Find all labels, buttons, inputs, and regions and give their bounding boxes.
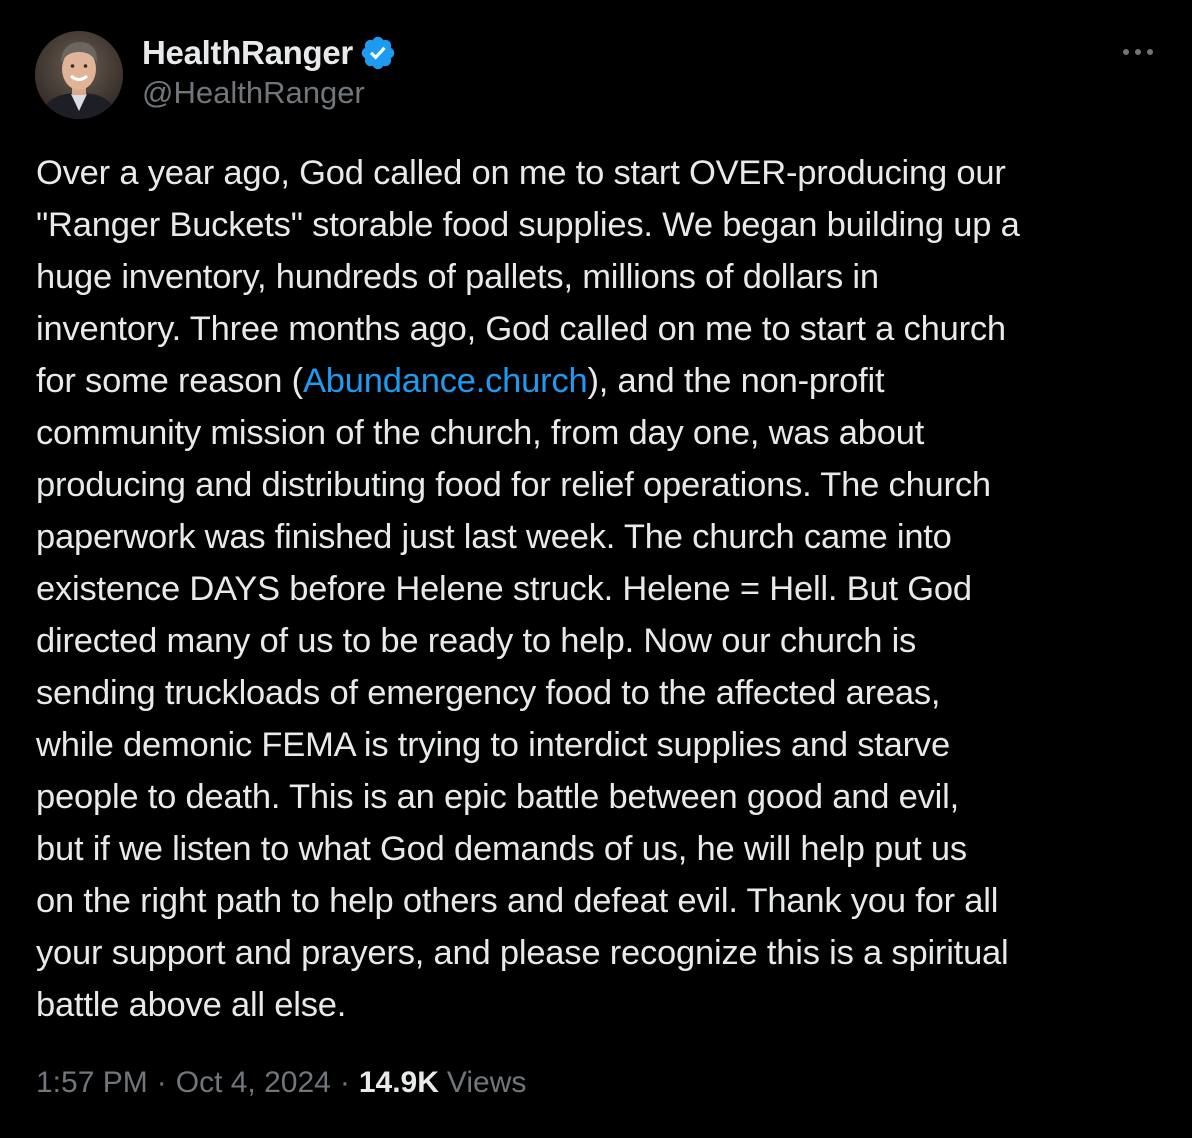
tweet-text-line: community mission of the church, from da… <box>36 414 925 452</box>
tweet-text-line: inventory. Three months ago, God called … <box>36 310 1006 348</box>
views-label[interactable]: Views <box>447 1066 526 1100</box>
tweet-text-line: "Ranger Buckets" storable food supplies.… <box>36 206 1020 244</box>
tweet-date[interactable]: Oct 4, 2024 <box>176 1066 331 1100</box>
tweet-text-line: your support and prayers, and please rec… <box>36 934 1009 972</box>
tweet-text-line: battle above all else. <box>36 986 347 1024</box>
avatar[interactable] <box>35 31 123 119</box>
tweet-meta: 1:57 PM · Oct 4, 2024 · 14.9K Views <box>36 1066 526 1100</box>
tweet-text-line: producing and distributing food for reli… <box>36 466 991 504</box>
avatar-photo <box>35 31 123 119</box>
verified-badge-icon[interactable] <box>359 34 397 72</box>
meta-separator: · <box>339 1066 350 1099</box>
tweet-text-line: existence DAYS before Helene struck. Hel… <box>36 570 972 608</box>
tweet-time[interactable]: 1:57 PM <box>36 1066 148 1100</box>
tweet-text-segment: for some reason ( <box>36 362 303 400</box>
abundance-church-link[interactable]: Abundance.church <box>303 362 588 400</box>
tweet-text-line: people to death. This is an epic battle … <box>36 778 959 816</box>
author-display-name[interactable]: HealthRanger <box>142 34 353 72</box>
author-name-row[interactable]: HealthRanger <box>142 31 397 75</box>
views-count[interactable]: 14.9K <box>359 1066 439 1100</box>
tweet-text-line: directed many of us to be ready to help.… <box>36 622 917 660</box>
author-handle[interactable]: @HealthRanger <box>142 75 365 111</box>
tweet-text-segment: ), and the non-profit <box>587 362 885 400</box>
tweet-text-line: huge inventory, hundreds of pallets, mil… <box>36 258 879 296</box>
tweet-text-line: while demonic FEMA is trying to interdic… <box>36 726 950 764</box>
tweet-text-line: sending truckloads of emergency food to … <box>36 674 941 712</box>
tweet-text-line: paperwork was finished just last week. T… <box>36 518 952 556</box>
tweet-text: Over a year ago, God called on me to sta… <box>36 147 1166 1031</box>
tweet-text-line: for some reason (Abundance.church), and … <box>36 355 1166 407</box>
tweet-text-line: Over a year ago, God called on me to sta… <box>36 154 1006 192</box>
tweet-text-line: but if we listen to what God demands of … <box>36 830 967 868</box>
more-horizontal-icon[interactable] <box>1116 40 1160 64</box>
meta-separator: · <box>156 1066 167 1099</box>
tweet-text-line: on the right path to help others and def… <box>36 882 999 920</box>
tweet-card: HealthRanger @HealthRanger Over a year a… <box>0 0 1192 1138</box>
